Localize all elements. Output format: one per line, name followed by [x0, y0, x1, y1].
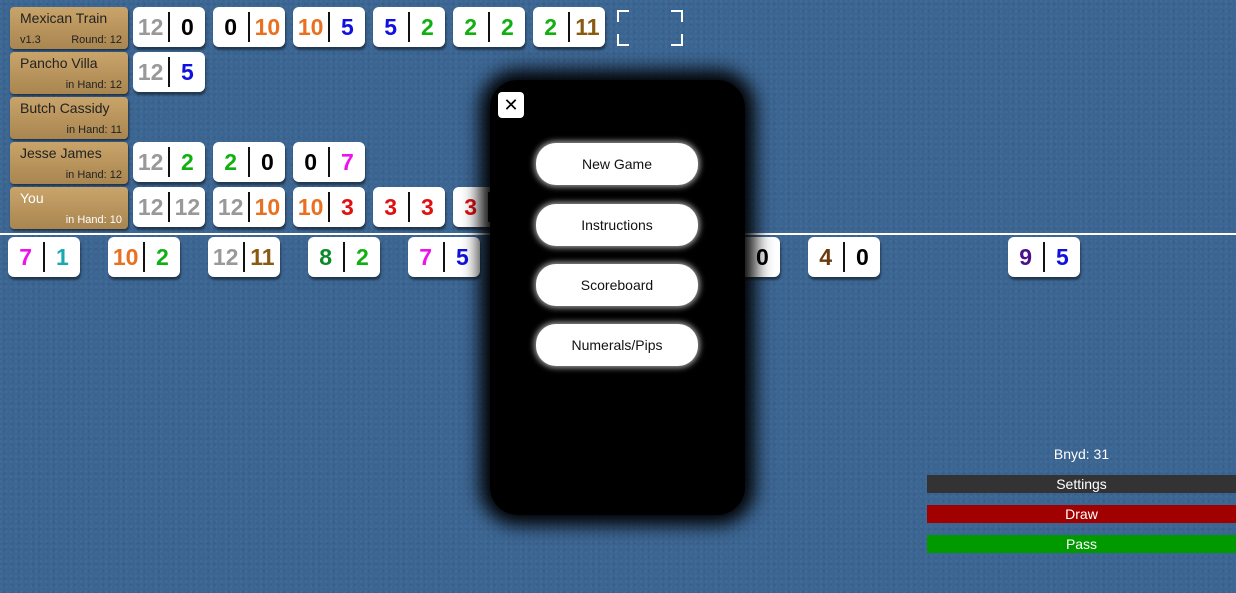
- domino-tile[interactable]: 71: [8, 237, 80, 277]
- tile-left-value: 12: [217, 193, 244, 220]
- tile-right-value: 0: [180, 13, 194, 40]
- tile-left-value: 8: [319, 243, 333, 270]
- tile-left-value: 2: [464, 13, 478, 40]
- player-status: in Hand: 10: [65, 214, 122, 226]
- tile-right-value: 2: [420, 13, 434, 40]
- domino-tile[interactable]: 10 2: [108, 237, 180, 277]
- tile-left-value: 12: [137, 58, 164, 85]
- tile-left-value: 5: [384, 13, 398, 40]
- tile-right-value: 2: [155, 243, 169, 270]
- empty-train-marker[interactable]: [617, 10, 683, 46]
- tile-right-value: 3: [420, 193, 434, 220]
- player-name: Mexican Train: [20, 10, 108, 26]
- tile-right-value: 2: [355, 243, 369, 270]
- tile-left-value: 0: [224, 13, 238, 40]
- tile-right-value: 2: [180, 148, 194, 175]
- tile-left-value: 9: [1019, 243, 1033, 270]
- domino-tile[interactable]: 0 10: [213, 7, 285, 47]
- tile-left-value: 10: [112, 243, 139, 270]
- domino-tile[interactable]: 12 10: [213, 187, 285, 227]
- domino-tile[interactable]: 10 3: [293, 187, 365, 227]
- domino-tile[interactable]: 82: [308, 237, 380, 277]
- player-status: in Hand: 11: [66, 124, 122, 136]
- domino-tile[interactable]: 40: [808, 237, 880, 277]
- player-status: in Hand: 12: [65, 79, 122, 91]
- domino-tile[interactable]: 33: [373, 187, 445, 227]
- player-plate: Butch Cassidy in Hand: 11: [10, 97, 128, 139]
- domino-tile[interactable]: 12 12: [133, 187, 205, 227]
- settings-button[interactable]: Settings: [927, 475, 1236, 493]
- tile-left-value: 2: [544, 13, 558, 40]
- tile-right-value: 0: [260, 148, 274, 175]
- tile-right-value: 3: [340, 193, 354, 220]
- player-status: Round: 12: [71, 34, 122, 46]
- tile-left-value: 2: [224, 148, 238, 175]
- tile-right-value: 5: [180, 58, 194, 85]
- domino-tile[interactable]: 20: [213, 142, 285, 182]
- player-name: You: [20, 190, 44, 206]
- tile-left-value: 12: [137, 193, 164, 220]
- player-plate: You in Hand: 10: [10, 187, 128, 229]
- domino-tile[interactable]: 22: [453, 7, 525, 47]
- domino-tile[interactable]: 10 5: [293, 7, 365, 47]
- close-icon[interactable]: ✕: [498, 92, 524, 118]
- boneyard-count: Bnyd: 31: [1053, 446, 1110, 462]
- tile-left-value: 3: [464, 193, 478, 220]
- domino-tile[interactable]: 07: [293, 142, 365, 182]
- tile-right-value: 10: [254, 13, 281, 40]
- player-name: Jesse James: [20, 145, 102, 161]
- tile-left-value: 3: [384, 193, 398, 220]
- numerals-pips-button[interactable]: Numerals/Pips: [536, 324, 698, 366]
- domino-tile[interactable]: 12 2: [133, 142, 205, 182]
- instructions-button[interactable]: Instructions: [536, 204, 698, 246]
- domino-tile[interactable]: 52: [373, 7, 445, 47]
- tile-right-value: 1: [55, 243, 69, 270]
- tile-left-value: 7: [19, 243, 33, 270]
- tile-right-value: 5: [340, 13, 354, 40]
- domino-tile[interactable]: 95: [1008, 237, 1080, 277]
- player-plate: Jesse James in Hand: 12: [10, 142, 128, 184]
- draw-button[interactable]: Draw: [927, 505, 1236, 523]
- tile-right-value: 2: [500, 13, 514, 40]
- tile-left-value: 4: [819, 243, 833, 270]
- tile-left-value: 10: [297, 13, 324, 40]
- tile-right-value: 12: [174, 193, 201, 220]
- player-name: Butch Cassidy: [20, 100, 110, 116]
- domino-tile[interactable]: 12 0: [133, 7, 205, 47]
- tile-left-value: 7: [419, 243, 433, 270]
- player-status: in Hand: 12: [65, 169, 122, 181]
- tile-right-value: 5: [455, 243, 469, 270]
- scoreboard-button[interactable]: Scoreboard: [536, 264, 698, 306]
- domino-tile[interactable]: 2 11: [533, 7, 605, 47]
- tile-left-value: 0: [304, 148, 318, 175]
- tile-right-value: 0: [855, 243, 869, 270]
- tile-right-value: 11: [250, 243, 275, 270]
- domino-tile[interactable]: 75: [408, 237, 480, 277]
- new-game-button[interactable]: New Game: [536, 143, 698, 185]
- tile-right-value: 10: [254, 193, 281, 220]
- player-plate: Mexican Train v1.3 Round: 12: [10, 7, 128, 49]
- tile-right-value: 7: [340, 148, 354, 175]
- tile-left-value: 10: [297, 193, 324, 220]
- player-plate: Pancho Villa in Hand: 12: [10, 52, 128, 94]
- tile-left-value: 12: [137, 148, 164, 175]
- version: v1.3: [20, 34, 41, 46]
- pass-button[interactable]: Pass: [927, 535, 1236, 553]
- domino-tile[interactable]: 12 11: [208, 237, 280, 277]
- tile-left-value: 12: [212, 243, 239, 270]
- tile-right-value: 11: [575, 13, 600, 40]
- tile-left-value: 12: [137, 13, 164, 40]
- player-name: Pancho Villa: [20, 55, 98, 71]
- tile-right-value: 0: [755, 243, 769, 270]
- menu-modal: ✕ New Game Instructions Scoreboard Numer…: [490, 80, 745, 515]
- tile-right-value: 5: [1055, 243, 1069, 270]
- domino-tile[interactable]: 12 5: [133, 52, 205, 92]
